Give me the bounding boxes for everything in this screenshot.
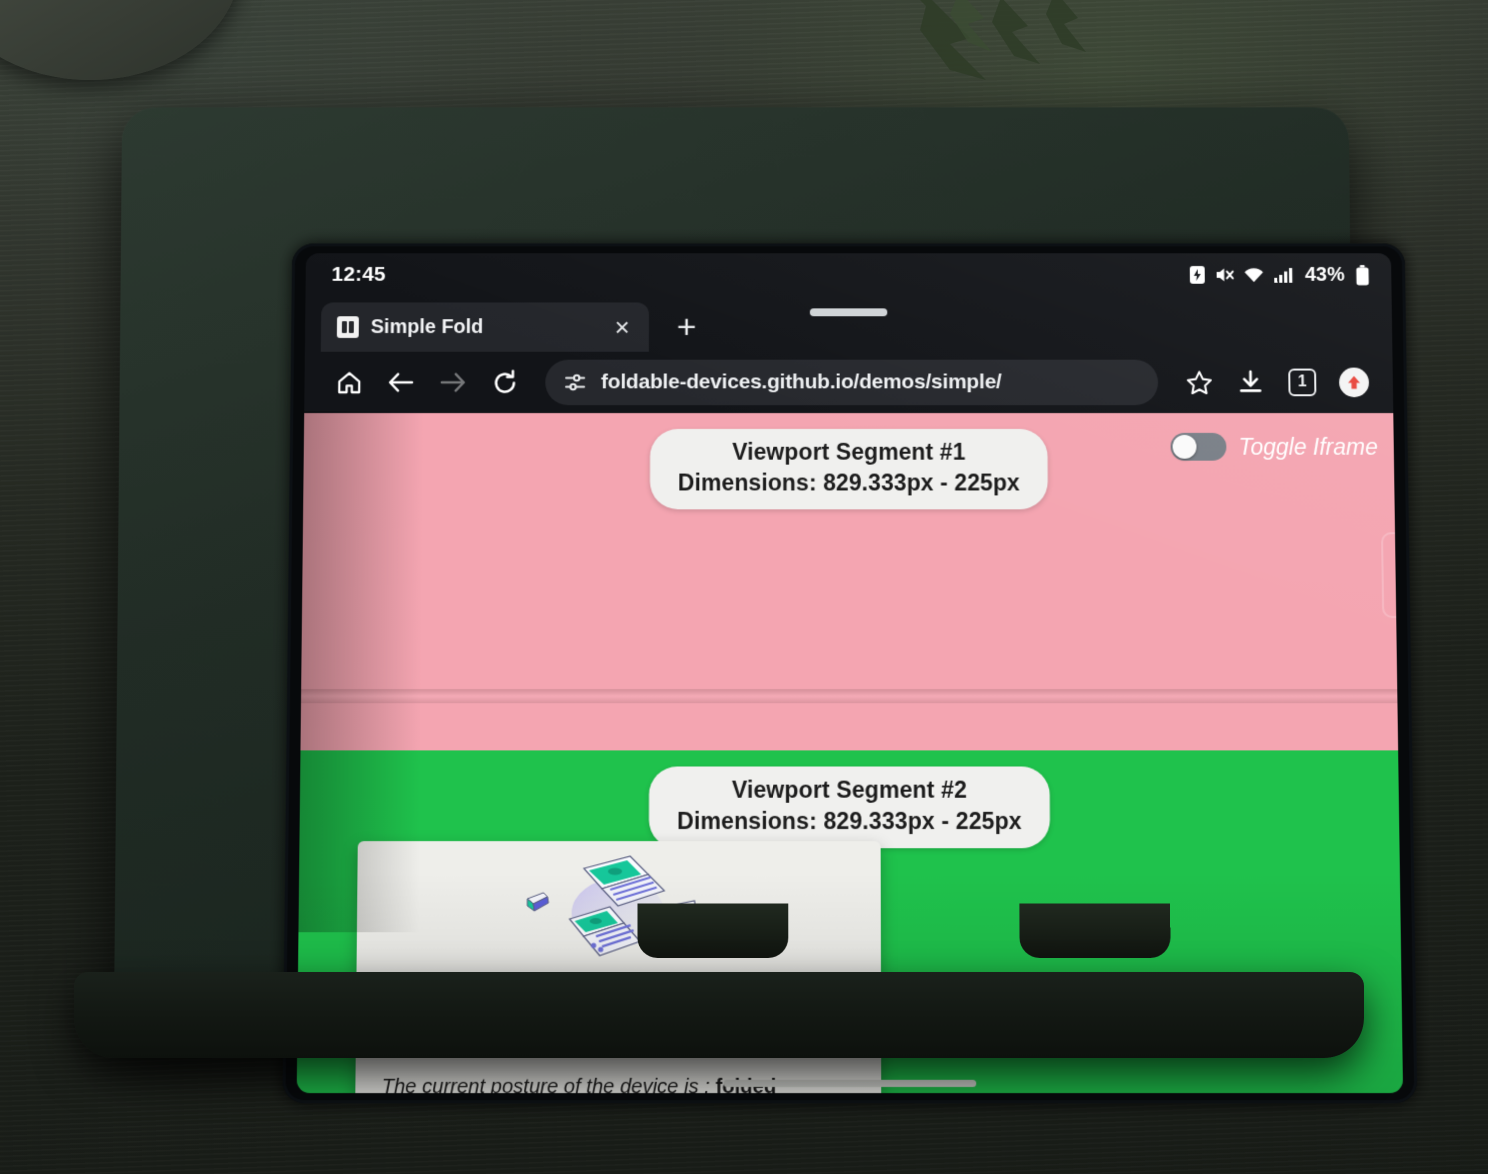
page-info-icon xyxy=(563,371,587,395)
segment-2-title: Viewport Segment #2 xyxy=(731,776,967,803)
status-icons: 43% xyxy=(1189,264,1370,287)
segment-1-dimensions: Dimensions: 829.333px - 225px xyxy=(677,469,1020,496)
segment-1-title: Viewport Segment #1 xyxy=(732,438,966,465)
device-screen: 12:45 43% Simple Fold × + foldable-devic… xyxy=(296,253,1404,1094)
browser-toolbar: foldable-devices.github.io/demos/simple/ xyxy=(304,351,1394,414)
reload-icon xyxy=(491,369,518,396)
status-clock: 12:45 xyxy=(331,263,386,286)
fern-plant-icon xyxy=(920,0,1086,80)
url-text: foldable-devices.github.io/demos/simple/ xyxy=(600,370,1002,394)
segment-1-label: Viewport Segment #1 Dimensions: 829.333p… xyxy=(649,428,1048,510)
browser-tab[interactable]: Simple Fold × xyxy=(320,302,649,352)
toggle-iframe-control[interactable]: Toggle Iframe xyxy=(1170,432,1378,461)
close-tab-icon[interactable]: × xyxy=(607,312,637,342)
download-icon xyxy=(1238,370,1264,396)
profile-update-icon xyxy=(1338,367,1370,398)
address-bar[interactable]: foldable-devices.github.io/demos/simple/ xyxy=(545,359,1159,406)
bookmark-button[interactable] xyxy=(1176,360,1222,405)
toggle-iframe-label: Toggle Iframe xyxy=(1238,433,1378,460)
home-icon xyxy=(336,370,362,396)
profile-menu-button[interactable] xyxy=(1331,360,1377,405)
home-button[interactable] xyxy=(326,360,372,405)
browser-tab-strip: Simple Fold × + xyxy=(304,296,1393,352)
wifi-icon xyxy=(1244,268,1264,282)
reload-button[interactable] xyxy=(481,360,527,405)
tab-count-label: 1 xyxy=(1288,368,1317,397)
new-tab-button[interactable]: + xyxy=(667,308,707,345)
battery-percent-label: 43% xyxy=(1304,263,1345,286)
case-foot-right xyxy=(1019,903,1171,958)
photo-background: 12:45 43% Simple Fold × + foldable-devic… xyxy=(0,0,1488,1174)
download-button[interactable] xyxy=(1227,360,1273,405)
plant-pot xyxy=(0,0,240,80)
side-button-detail xyxy=(1381,532,1399,619)
posture-prefix: The current posture of the device is : xyxy=(381,1075,716,1094)
mute-icon xyxy=(1216,265,1235,285)
back-button[interactable] xyxy=(378,360,424,405)
foldable-device-case: 12:45 43% Simple Fold × + foldable-devic… xyxy=(113,107,1418,1104)
toggle-iframe-switch[interactable] xyxy=(1170,432,1227,461)
forward-button[interactable] xyxy=(430,360,476,405)
case-bottom-edge xyxy=(74,972,1364,1058)
segment-2-label: Viewport Segment #2 Dimensions: 829.333p… xyxy=(648,766,1051,849)
case-foot-left xyxy=(637,903,789,958)
foldable-laptops-illustration xyxy=(357,855,881,969)
battery-saver-icon xyxy=(1189,266,1205,284)
gesture-home-pill[interactable] xyxy=(723,1079,977,1087)
star-icon xyxy=(1185,369,1212,396)
segment-2-dimensions: Dimensions: 829.333px - 225px xyxy=(677,807,1022,835)
cellular-signal-icon xyxy=(1274,268,1293,283)
tab-title: Simple Fold xyxy=(370,315,484,338)
back-arrow-icon xyxy=(387,370,415,396)
android-status-bar: 12:45 43% xyxy=(305,253,1392,297)
window-drag-handle[interactable] xyxy=(809,308,888,317)
tab-switcher-button[interactable]: 1 xyxy=(1279,360,1325,405)
forward-arrow-icon xyxy=(439,370,467,396)
simple-fold-favicon xyxy=(336,316,359,338)
battery-icon xyxy=(1356,264,1369,285)
viewport-segment-1: Viewport Segment #1 Dimensions: 829.333p… xyxy=(300,413,1399,751)
toggle-knob xyxy=(1172,434,1197,459)
